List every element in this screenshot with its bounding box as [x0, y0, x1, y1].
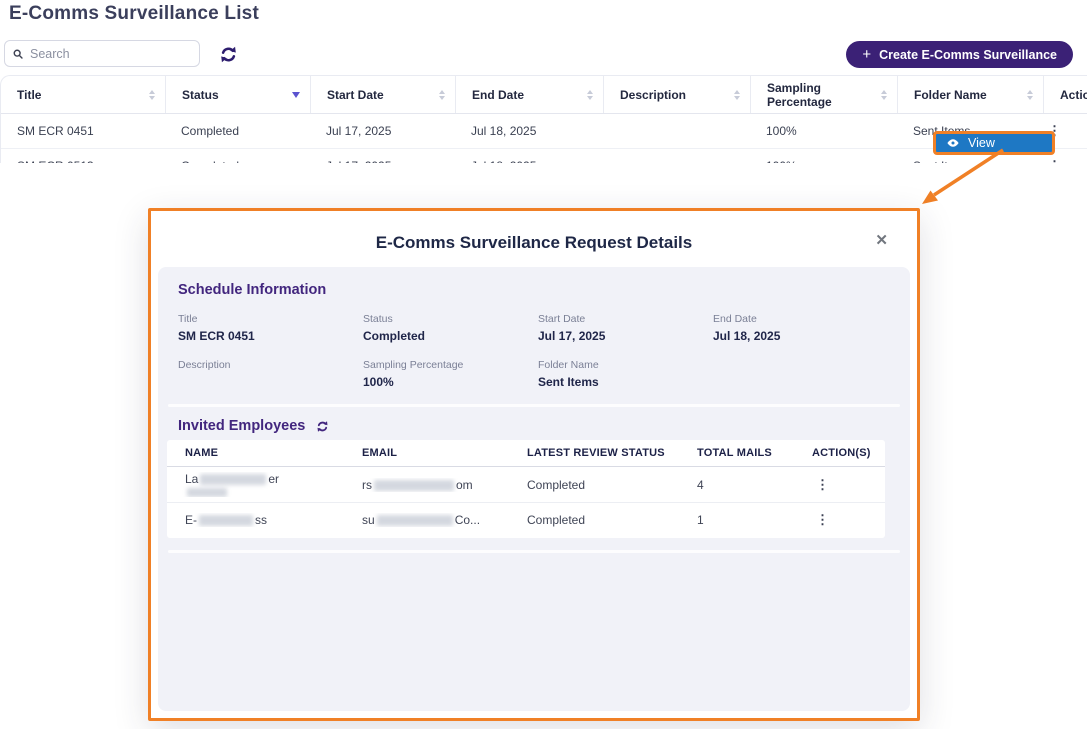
refresh-icon — [219, 45, 238, 64]
field-status: Status Completed — [363, 313, 538, 343]
field-sampling-percentage: Sampling Percentage 100% — [363, 359, 538, 389]
create-surveillance-label: Create E-Comms Surveillance — [879, 48, 1057, 62]
cell-title: SM ECR 0451 — [1, 124, 165, 138]
modal-content-panel: Schedule Information Title SM ECR 0451 S… — [158, 267, 910, 711]
employee-actions-kebab-icon[interactable]: ⋮ — [794, 512, 885, 528]
create-surveillance-button[interactable]: + Create E-Comms Surveillance — [846, 41, 1073, 68]
redacted-text — [377, 515, 453, 526]
sort-desc-icon[interactable] — [292, 92, 300, 98]
search-box[interactable] — [4, 40, 200, 67]
column-header-action: Action — [1043, 76, 1087, 113]
field-end-date: End Date Jul 18, 2025 — [713, 313, 890, 343]
modal-title: E-Comms Surveillance Request Details — [151, 233, 917, 253]
redacted-text — [200, 474, 266, 485]
close-icon[interactable]: ✕ — [875, 231, 888, 249]
column-header-email: EMAIL — [344, 447, 509, 459]
table-row: SM ECR 0451 Completed Jul 17, 2025 Jul 1… — [1, 114, 1087, 148]
employee-actions-kebab-icon[interactable]: ⋮ — [794, 477, 885, 493]
table-header-row: Title Status Start Date End Date Descrip… — [1, 76, 1087, 114]
section-divider — [168, 550, 900, 553]
schedule-information-heading: Schedule Information — [178, 282, 326, 298]
employees-header-row: NAME EMAIL LATEST REVIEW STATUS TOTAL MA… — [167, 440, 885, 467]
employee-row: Laer rsom Completed 4 ⋮ — [167, 467, 885, 502]
cell-start-date: Jul 17, 2025 — [310, 159, 455, 164]
employee-email: suCo... — [344, 513, 509, 527]
sort-icon[interactable] — [439, 90, 445, 100]
redacted-text — [374, 480, 454, 491]
field-start-date: Start Date Jul 17, 2025 — [538, 313, 713, 343]
invited-employees-heading: Invited Employees — [178, 418, 329, 434]
redacted-text — [187, 488, 227, 497]
search-input[interactable] — [30, 47, 191, 61]
cell-folder: Sent Items — [897, 159, 1043, 164]
column-header-name: NAME — [167, 447, 344, 459]
invited-employees-table: NAME EMAIL LATEST REVIEW STATUS TOTAL MA… — [167, 440, 885, 538]
page-title: E-Comms Surveillance List — [9, 3, 259, 25]
field-title: Title SM ECR 0451 — [178, 313, 363, 343]
employee-email: rsom — [344, 478, 509, 492]
column-header-total-mails: TOTAL MAILS — [679, 447, 794, 459]
search-icon — [13, 48, 23, 60]
plus-icon: + — [862, 47, 871, 62]
employee-review-status: Completed — [509, 513, 679, 527]
column-header-end-date[interactable]: End Date — [455, 76, 603, 113]
column-header-sampling[interactable]: Sampling Percentage — [750, 76, 897, 113]
surveillance-table: Title Status Start Date End Date Descrip… — [0, 75, 1087, 163]
column-header-description[interactable]: Description — [603, 76, 750, 113]
cell-sampling: 100% — [750, 124, 897, 138]
view-menu-item[interactable]: View — [933, 131, 1055, 155]
employees-refresh-button[interactable] — [316, 420, 329, 433]
sort-icon[interactable] — [734, 90, 740, 100]
section-divider — [168, 404, 900, 407]
employee-row: E-ss suCo... Completed 1 ⋮ — [167, 502, 885, 537]
column-header-status[interactable]: Status — [165, 76, 310, 113]
sort-icon[interactable] — [149, 90, 155, 100]
schedule-fields-row-1: Title SM ECR 0451 Status Completed Start… — [178, 313, 890, 343]
cell-status: Completed — [165, 124, 310, 138]
field-description: Description — [178, 359, 363, 389]
eye-icon — [946, 136, 960, 150]
employee-name: Laer — [167, 472, 344, 497]
employee-total-mails: 4 — [679, 478, 794, 492]
field-folder-name: Folder Name Sent Items — [538, 359, 713, 389]
surveillance-details-modal: E-Comms Surveillance Request Details ✕ S… — [148, 208, 920, 721]
row-actions-kebab-icon[interactable]: ⋮ — [1043, 158, 1087, 164]
redacted-text — [199, 515, 253, 526]
view-menu-label: View — [968, 136, 995, 150]
refresh-icon — [316, 420, 329, 433]
cell-title: SM ECR 0513 — [1, 159, 165, 164]
refresh-button[interactable] — [219, 43, 241, 65]
cell-status: Completed — [165, 159, 310, 164]
cell-end-date: Jul 18, 2025 — [455, 124, 603, 138]
cell-start-date: Jul 17, 2025 — [310, 124, 455, 138]
e-comms-surveillance-page: E-Comms Surveillance List + Create E-Com… — [0, 0, 1087, 729]
sort-icon[interactable] — [881, 90, 887, 100]
schedule-fields-row-2: Description Sampling Percentage 100% Fol… — [178, 359, 890, 389]
field-empty — [713, 359, 890, 389]
column-header-start-date[interactable]: Start Date — [310, 76, 455, 113]
table-row: SM ECR 0513 Completed Jul 17, 2025 Jul 1… — [1, 148, 1087, 163]
column-header-actions: ACTION(S) — [794, 447, 885, 459]
cell-sampling: 100% — [750, 159, 897, 164]
sort-icon[interactable] — [587, 90, 593, 100]
employee-name: E-ss — [167, 513, 344, 527]
sort-icon[interactable] — [1027, 90, 1033, 100]
column-header-title[interactable]: Title — [1, 76, 165, 113]
column-header-folder[interactable]: Folder Name — [897, 76, 1043, 113]
employee-review-status: Completed — [509, 478, 679, 492]
cell-end-date: Jul 18, 2025 — [455, 159, 603, 164]
employee-total-mails: 1 — [679, 513, 794, 527]
column-header-latest-review-status: LATEST REVIEW STATUS — [509, 447, 679, 459]
